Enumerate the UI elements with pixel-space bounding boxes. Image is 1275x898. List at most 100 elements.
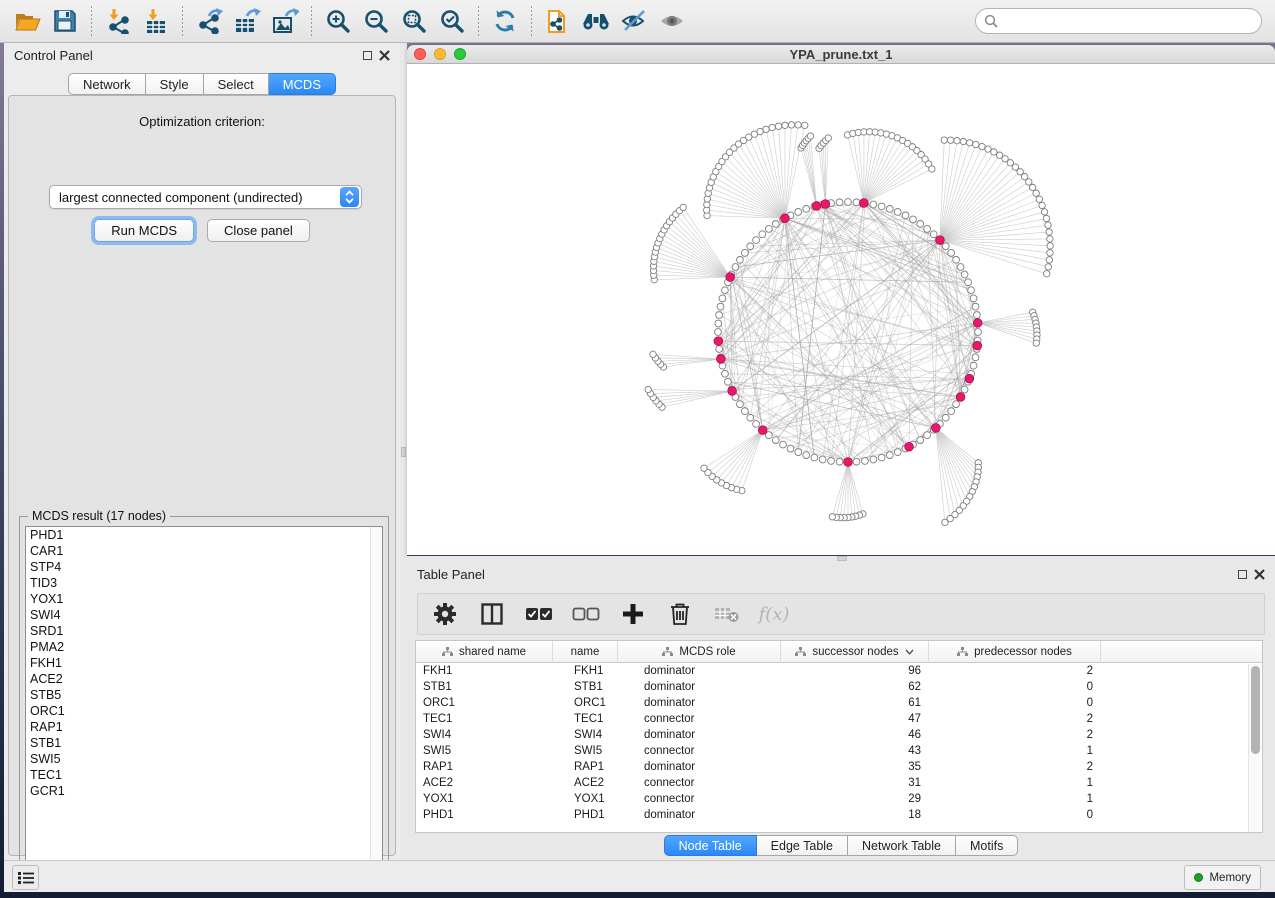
- network-hub-node[interactable]: [973, 319, 982, 328]
- cell-predecessor-nodes[interactable]: 2: [929, 663, 1101, 679]
- mcds-result-item[interactable]: ORC1: [26, 703, 382, 719]
- network-node[interactable]: [836, 458, 843, 465]
- network-node[interactable]: [941, 137, 947, 143]
- network-node[interactable]: [979, 143, 985, 149]
- mcds-result-item[interactable]: GCR1: [26, 783, 382, 799]
- network-node[interactable]: [929, 166, 935, 172]
- network-node[interactable]: [878, 203, 885, 210]
- network-node[interactable]: [715, 329, 722, 336]
- network-node[interactable]: [954, 138, 960, 144]
- cell-successor-nodes[interactable]: 29: [781, 791, 929, 807]
- mcds-result-item[interactable]: CAR1: [26, 543, 382, 559]
- new-network-from-selection-icon[interactable]: [541, 4, 575, 38]
- save-session-icon[interactable]: [48, 4, 82, 38]
- cell-predecessor-nodes[interactable]: 1: [929, 743, 1101, 759]
- network-node[interactable]: [741, 408, 748, 415]
- network-node[interactable]: [968, 287, 975, 294]
- network-node[interactable]: [788, 122, 794, 128]
- mcds-result-item[interactable]: SRD1: [26, 623, 382, 639]
- network-node[interactable]: [737, 401, 744, 408]
- network-node[interactable]: [747, 243, 754, 250]
- network-node[interactable]: [721, 370, 728, 377]
- network-hub-node[interactable]: [821, 200, 830, 209]
- float-panel-icon[interactable]: [1238, 570, 1247, 579]
- network-node[interactable]: [942, 243, 949, 250]
- network-node[interactable]: [1045, 222, 1051, 228]
- network-node[interactable]: [753, 421, 760, 428]
- network-hub-node[interactable]: [905, 442, 914, 451]
- cell-mcds-role[interactable]: dominator: [618, 663, 781, 679]
- network-node[interactable]: [924, 432, 931, 439]
- network-node[interactable]: [802, 122, 808, 128]
- cell-successor-nodes[interactable]: 47: [781, 711, 929, 727]
- cell-shared-name[interactable]: TEC1: [416, 711, 553, 727]
- cell-predecessor-nodes[interactable]: 1: [929, 791, 1101, 807]
- network-hub-node[interactable]: [973, 341, 982, 350]
- network-node[interactable]: [917, 221, 924, 228]
- network-node[interactable]: [948, 408, 955, 415]
- table-row[interactable]: PHD1PHD1dominator180: [416, 807, 1262, 823]
- network-node[interactable]: [1044, 271, 1050, 277]
- cell-name[interactable]: SWI4: [553, 727, 618, 743]
- network-node[interactable]: [741, 249, 748, 256]
- close-panel-button[interactable]: Close panel: [207, 219, 310, 242]
- zoom-out-icon[interactable]: [359, 4, 393, 38]
- network-node[interactable]: [1036, 196, 1042, 202]
- network-node[interactable]: [787, 445, 794, 452]
- show-all-icon[interactable]: [655, 4, 689, 38]
- cell-name[interactable]: ORC1: [553, 695, 618, 711]
- window-close-button[interactable]: [414, 48, 426, 60]
- cell-mcds-role[interactable]: dominator: [618, 679, 781, 695]
- cell-predecessor-nodes[interactable]: 0: [929, 695, 1101, 711]
- network-node[interactable]: [975, 329, 982, 336]
- cell-shared-name[interactable]: STB1: [416, 679, 553, 695]
- network-node[interactable]: [717, 303, 724, 310]
- show-panels-menu-button[interactable]: [12, 865, 39, 890]
- show-columns-icon[interactable]: [477, 599, 507, 629]
- network-node[interactable]: [1041, 209, 1047, 215]
- network-node[interactable]: [759, 231, 766, 238]
- network-node[interactable]: [769, 124, 775, 130]
- cell-shared-name[interactable]: ACE2: [416, 775, 553, 791]
- mcds-result-item[interactable]: TID3: [26, 575, 382, 591]
- mcds-result-item[interactable]: STP4: [26, 559, 382, 575]
- cell-name[interactable]: TEC1: [553, 711, 618, 727]
- network-node[interactable]: [862, 457, 869, 464]
- network-node[interactable]: [947, 137, 953, 143]
- optimization-criterion-select[interactable]: largest connected component (undirected): [49, 185, 362, 209]
- network-hub-node[interactable]: [714, 337, 723, 346]
- cell-successor-nodes[interactable]: 31: [781, 775, 929, 791]
- network-node[interactable]: [894, 449, 901, 456]
- cell-predecessor-nodes[interactable]: 1: [929, 775, 1101, 791]
- network-node[interactable]: [870, 201, 877, 208]
- mcds-result-item[interactable]: PHD1: [26, 527, 382, 543]
- window-zoom-button[interactable]: [454, 48, 466, 60]
- cell-successor-nodes[interactable]: 62: [781, 679, 929, 695]
- network-node[interactable]: [886, 205, 893, 212]
- splitter-grip[interactable]: [401, 447, 406, 457]
- cell-successor-nodes[interactable]: 18: [781, 807, 929, 823]
- cell-successor-nodes[interactable]: 35: [781, 759, 929, 775]
- network-node[interactable]: [948, 249, 955, 256]
- network-node[interactable]: [973, 141, 979, 147]
- cell-mcds-role[interactable]: dominator: [618, 759, 781, 775]
- network-node[interactable]: [757, 128, 763, 134]
- table-row[interactable]: YOX1YOX1connector291: [416, 791, 1262, 807]
- select-all-icon[interactable]: [524, 599, 554, 629]
- import-table-icon[interactable]: [139, 4, 173, 38]
- zoom-in-icon[interactable]: [321, 4, 355, 38]
- network-node[interactable]: [811, 454, 818, 461]
- network-node[interactable]: [715, 320, 722, 327]
- network-node[interactable]: [973, 312, 980, 319]
- network-node[interactable]: [825, 135, 831, 141]
- search-input[interactable]: [998, 14, 1253, 28]
- network-node[interactable]: [650, 351, 656, 357]
- network-node[interactable]: [960, 138, 966, 144]
- network-hub-node[interactable]: [932, 424, 941, 433]
- window-minimize-button[interactable]: [434, 48, 446, 60]
- network-hub-node[interactable]: [758, 426, 767, 435]
- export-network-icon[interactable]: [192, 4, 226, 38]
- deselect-all-icon[interactable]: [571, 599, 601, 629]
- network-node[interactable]: [917, 437, 924, 444]
- cell-mcds-role[interactable]: connector: [618, 711, 781, 727]
